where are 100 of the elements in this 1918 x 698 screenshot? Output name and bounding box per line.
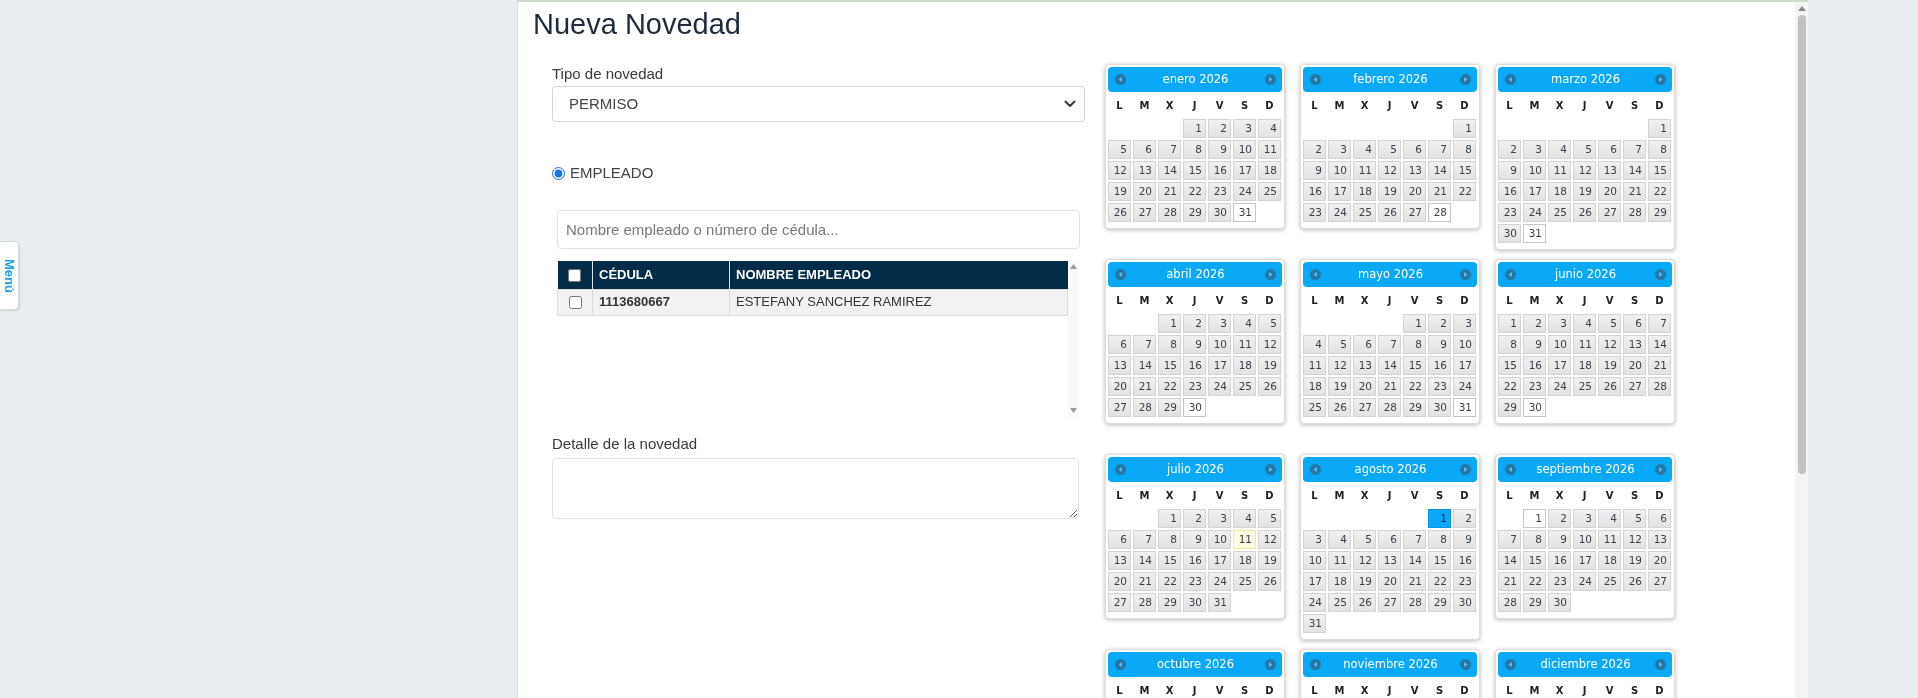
calendar-day[interactable]: 22 [1158,377,1181,396]
calendar-day[interactable]: 7 [1133,335,1156,354]
radio-button[interactable] [552,166,565,180]
calendar-day[interactable]: 1 [1498,314,1521,333]
calendar-day[interactable]: 16 [1208,161,1231,180]
calendar-day[interactable]: 6 [1403,140,1426,159]
type-select[interactable]: PERMISO [552,86,1085,122]
calendar-day[interactable]: 5 [1378,140,1401,159]
calendar-day[interactable]: 10 [1573,530,1596,549]
calendar-day[interactable]: 18 [1328,572,1351,591]
calendar-day[interactable]: 1 [1523,509,1546,528]
calendar-day[interactable]: 16 [1303,182,1326,201]
calendar-day[interactable]: 24 [1328,203,1351,222]
calendar-day[interactable]: 12 [1378,161,1401,180]
calendar-day[interactable]: 5 [1258,314,1281,333]
calendar-day[interactable]: 17 [1233,161,1256,180]
calendar-day[interactable]: 4 [1328,530,1351,549]
calendar-day[interactable]: 8 [1648,140,1671,159]
calendar-day[interactable]: 7 [1623,140,1646,159]
calendar-day[interactable]: 1 [1158,314,1181,333]
calendar-day[interactable]: 3 [1208,509,1231,528]
calendar-day[interactable]: 19 [1573,182,1596,201]
calendar-day[interactable]: 17 [1453,356,1476,375]
calendar-day[interactable]: 25 [1258,182,1281,201]
calendar-day[interactable]: 15 [1183,161,1206,180]
calendar-day[interactable]: 14 [1623,161,1646,180]
calendar-day[interactable]: 28 [1133,593,1156,612]
calendar-day[interactable]: 30 [1523,398,1546,417]
calendar-day[interactable]: 19 [1328,377,1351,396]
calendar-day[interactable]: 26 [1378,203,1401,222]
calendar-day[interactable]: 5 [1108,140,1131,159]
calendar-day[interactable]: 4 [1548,140,1571,159]
calendar-day[interactable]: 28 [1428,203,1451,222]
scrollbar-thumb[interactable] [1797,15,1806,474]
calendar-day[interactable]: 26 [1108,203,1131,222]
calendar-day[interactable]: 3 [1328,140,1351,159]
calendar-day[interactable]: 11 [1573,335,1596,354]
calendar-day[interactable]: 2 [1303,140,1326,159]
calendar-day[interactable]: 2 [1428,314,1451,333]
calendar-day[interactable]: 24 [1453,377,1476,396]
calendar-day[interactable]: 21 [1133,377,1156,396]
calendar-day[interactable]: 21 [1498,572,1521,591]
calendar-day[interactable]: 31 [1303,614,1326,633]
calendar-day[interactable]: 25 [1328,593,1351,612]
calendar-day[interactable]: 15 [1523,551,1546,570]
calendar-day[interactable]: 10 [1208,335,1231,354]
calendar-day[interactable]: 21 [1158,182,1181,201]
calendar-day[interactable]: 18 [1233,551,1256,570]
calendar-day[interactable]: 6 [1648,509,1671,528]
calendar-day[interactable]: 22 [1648,182,1671,201]
calendar-day[interactable]: 19 [1258,356,1281,375]
calendar-day[interactable]: 3 [1453,314,1476,333]
calendar-day[interactable]: 1 [1403,314,1426,333]
calendar-day[interactable]: 23 [1428,377,1451,396]
calendar-day[interactable]: 16 [1453,551,1476,570]
calendar-day[interactable]: 4 [1233,314,1256,333]
calendar-day[interactable]: 5 [1353,530,1376,549]
calendar-day[interactable]: 18 [1233,356,1256,375]
calendar-day[interactable]: 4 [1598,509,1621,528]
calendar-day[interactable]: 22 [1523,572,1546,591]
calendar-day[interactable]: 15 [1498,356,1521,375]
table-scrollbar[interactable] [1068,261,1079,417]
calendar-day[interactable]: 26 [1258,572,1281,591]
calendar-day[interactable]: 17 [1328,182,1351,201]
calendar-day[interactable]: 7 [1648,314,1671,333]
calendar-day[interactable]: 20 [1108,572,1131,591]
calendar-day[interactable]: 12 [1258,335,1281,354]
calendar-day[interactable]: 2 [1183,314,1206,333]
calendar-day[interactable]: 10 [1233,140,1256,159]
calendar-day[interactable]: 1 [1648,119,1671,138]
calendar-day[interactable]: 29 [1158,593,1181,612]
calendar-day[interactable]: 9 [1428,335,1451,354]
calendar-day[interactable]: 31 [1208,593,1231,612]
calendar-day[interactable]: 16 [1183,551,1206,570]
calendar-day[interactable]: 15 [1158,551,1181,570]
calendar-day[interactable]: 9 [1303,161,1326,180]
calendar-day[interactable]: 7 [1428,140,1451,159]
calendar-day[interactable]: 26 [1353,593,1376,612]
calendar-day[interactable]: 12 [1258,530,1281,549]
calendar-day[interactable]: 30 [1498,224,1521,243]
search-field[interactable]: Nombre empleado o número de cédula... [557,210,1080,249]
calendar-day[interactable]: 1 [1428,509,1451,528]
calendar-day[interactable]: 3 [1303,530,1326,549]
calendar-day[interactable]: 26 [1328,398,1351,417]
calendar-day[interactable]: 3 [1233,119,1256,138]
calendar-day[interactable]: 25 [1303,398,1326,417]
calendar-day[interactable]: 13 [1133,161,1156,180]
calendar-day[interactable]: 14 [1428,161,1451,180]
calendar-day[interactable]: 4 [1573,314,1596,333]
calendar-day[interactable]: 22 [1498,377,1521,396]
calendar-day[interactable]: 19 [1378,182,1401,201]
calendar-day[interactable]: 6 [1353,335,1376,354]
calendar-day[interactable]: 4 [1258,119,1281,138]
calendar-day[interactable]: 7 [1133,530,1156,549]
calendar-day[interactable]: 16 [1428,356,1451,375]
calendar-day[interactable]: 23 [1498,203,1521,222]
scrollbar[interactable] [1795,2,1808,698]
calendar-day[interactable]: 14 [1498,551,1521,570]
calendar-day[interactable]: 15 [1453,161,1476,180]
calendar-day[interactable]: 12 [1328,356,1351,375]
